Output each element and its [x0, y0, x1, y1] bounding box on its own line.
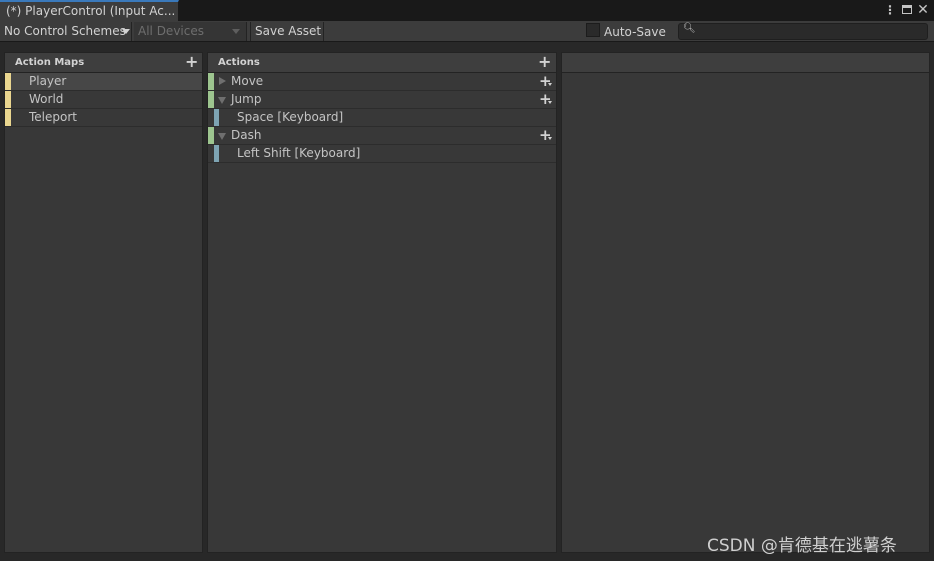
search-input[interactable]: 🔍︎	[678, 23, 928, 40]
action-map-item-player[interactable]: Player	[5, 73, 202, 91]
devices-dropdown[interactable]: All Devices	[134, 22, 247, 41]
action-map-color-bar	[5, 91, 11, 108]
properties-panel	[561, 52, 930, 553]
action-label: Dash	[231, 128, 262, 142]
action-map-label: Player	[29, 74, 67, 88]
action-map-color-bar	[5, 109, 11, 126]
binding-item-space[interactable]: Space [Keyboard]	[208, 109, 556, 127]
add-binding-icon[interactable]: +	[539, 74, 552, 89]
add-binding-icon[interactable]: +	[539, 92, 552, 107]
maximize-icon[interactable]	[900, 2, 914, 18]
action-item-dash[interactable]: Dash +	[208, 127, 556, 145]
chevron-down-icon	[122, 29, 130, 34]
add-action-map-icon[interactable]: +	[185, 53, 198, 71]
save-asset-button[interactable]: Save Asset	[250, 22, 324, 41]
action-map-item-world[interactable]: World	[5, 91, 202, 109]
binding-item-left-shift[interactable]: Left Shift [Keyboard]	[208, 145, 556, 163]
devices-label: All Devices	[138, 24, 204, 38]
window-tab-title: (*) PlayerControl (Input Ac...	[6, 4, 176, 18]
actions-title: Actions	[218, 57, 260, 68]
action-maps-header: Action Maps +	[5, 53, 202, 73]
action-map-item-teleport[interactable]: Teleport	[5, 109, 202, 127]
search-icon: 🔍︎	[683, 23, 696, 34]
action-map-label: Teleport	[29, 110, 77, 124]
close-icon[interactable]: ✕	[916, 2, 930, 18]
control-schemes-label: No Control Schemes	[4, 24, 126, 38]
autosave-checkbox[interactable]	[586, 23, 600, 37]
action-maps-panel: Action Maps + Player World Teleport	[4, 52, 203, 553]
chevron-down-icon	[232, 29, 240, 34]
window-tab[interactable]: (*) PlayerControl (Input Ac...	[0, 0, 179, 21]
binding-color-bar	[214, 109, 219, 126]
action-color-bar	[208, 127, 214, 144]
add-action-icon[interactable]: +	[538, 53, 551, 71]
actions-panel: Actions + Move + Jump + Space [Keyboard]…	[207, 52, 557, 553]
watermark-text: CSDN @肯德基在逃薯条	[707, 536, 897, 556]
action-label: Jump	[231, 92, 262, 106]
action-map-label: World	[29, 92, 64, 106]
action-label: Move	[231, 74, 264, 88]
properties-header	[562, 53, 929, 73]
binding-color-bar	[214, 145, 219, 162]
action-color-bar	[208, 91, 214, 108]
collapse-arrow-icon[interactable]	[218, 97, 226, 104]
add-binding-icon[interactable]: +	[539, 128, 552, 143]
action-item-jump[interactable]: Jump +	[208, 91, 556, 109]
kebab-menu-icon[interactable]: ⋮	[883, 2, 897, 18]
expand-arrow-icon[interactable]	[219, 77, 226, 85]
actions-header: Actions +	[208, 53, 556, 73]
autosave-label: Auto-Save	[604, 25, 666, 39]
window-tab-bar: (*) PlayerControl (Input Ac... ⋮ ✕	[0, 0, 934, 21]
action-color-bar	[208, 73, 214, 90]
binding-label: Space [Keyboard]	[237, 110, 344, 124]
control-schemes-dropdown[interactable]: No Control Schemes	[0, 22, 132, 41]
collapse-arrow-icon[interactable]	[218, 133, 226, 140]
binding-label: Left Shift [Keyboard]	[237, 146, 361, 160]
editor-toolbar: No Control Schemes All Devices Save Asse…	[0, 21, 934, 42]
action-item-move[interactable]: Move +	[208, 73, 556, 91]
action-maps-title: Action Maps	[15, 57, 85, 68]
action-map-color-bar	[5, 73, 11, 90]
